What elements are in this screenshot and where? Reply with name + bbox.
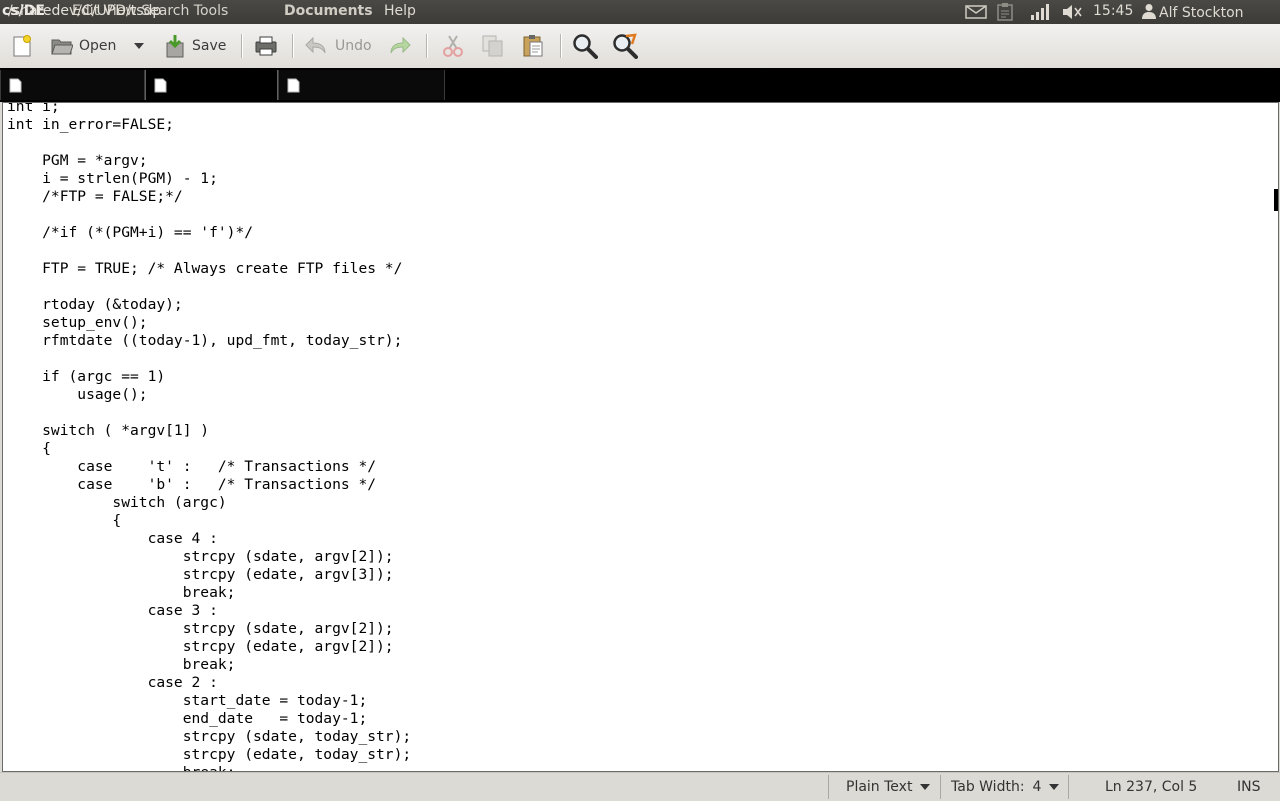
status-bar: Plain Text Tab Width: 4 Ln 237, Col 5 IN… — [0, 772, 1280, 801]
top-panel: cs/DE Edit View Search Tools /sharedev/C… — [0, 0, 1280, 24]
title-fragment-2: /sharedev/C/UPD/tsdp — [8, 3, 162, 19]
find-replace-icon — [612, 33, 638, 59]
find-button[interactable] — [572, 32, 598, 60]
open-icon — [51, 36, 73, 56]
save-label: Save — [192, 38, 227, 54]
open-recent-dropdown[interactable] — [133, 32, 145, 60]
document-icon — [9, 78, 22, 97]
document-icon — [287, 78, 300, 97]
redo-button[interactable] — [387, 32, 411, 60]
undo-icon — [305, 35, 329, 57]
volume-icon[interactable] — [1061, 3, 1085, 21]
clipboard-icon[interactable] — [995, 3, 1015, 21]
toolbar-separator — [292, 34, 293, 58]
title-fragment-3: Documents — [284, 3, 373, 19]
undo-label: Undo — [335, 38, 372, 54]
tab-width-label: Tab Width: — [951, 779, 1025, 795]
document-tab-1[interactable] — [0, 70, 145, 100]
document-icon — [154, 78, 167, 97]
clock[interactable]: 15:45 — [1093, 3, 1133, 19]
mail-icon[interactable] — [965, 3, 987, 21]
overview-ruler-mark — [1274, 189, 1278, 211]
open-label: Open — [79, 38, 117, 54]
menu-help[interactable]: Help — [384, 3, 416, 19]
copy-icon — [481, 34, 505, 58]
open-button[interactable]: Open — [51, 32, 116, 60]
status-separator — [940, 775, 941, 799]
tab-width-value: 4 — [1032, 779, 1042, 795]
toolbar-separator — [560, 34, 561, 58]
paste-button[interactable] — [521, 32, 545, 60]
tab-width-selector[interactable]: Tab Width: 4 — [951, 779, 1060, 795]
network-icon[interactable] — [1030, 3, 1050, 21]
cursor-position: Ln 237, Col 5 — [1105, 779, 1198, 795]
print-button[interactable] — [254, 32, 278, 60]
new-button[interactable] — [10, 32, 34, 60]
user-icon — [1142, 3, 1156, 23]
language-selector[interactable]: Plain Text — [846, 779, 931, 795]
toolbar-separator — [426, 34, 427, 58]
window-title-overlap: cs/DE Edit View Search Tools /sharedev/C… — [2, 3, 373, 21]
cut-icon — [441, 34, 465, 58]
insert-mode: INS — [1237, 779, 1261, 795]
find-icon — [572, 33, 598, 59]
status-separator — [1068, 775, 1069, 799]
undo-button[interactable]: Undo — [305, 32, 372, 60]
code-content[interactable]: int i; int in_error=FALSE; PGM = *argv; … — [7, 103, 411, 771]
document-tabs — [0, 68, 1280, 102]
dropdown-arrow-icon — [1049, 784, 1060, 790]
document-tab-2[interactable] — [145, 70, 278, 100]
language-label: Plain Text — [846, 779, 913, 795]
save-icon — [164, 34, 186, 58]
paste-icon — [521, 34, 545, 58]
user-menu[interactable]: Alf Stockton — [1142, 3, 1244, 23]
save-button[interactable]: Save — [164, 32, 226, 60]
dropdown-arrow-icon — [920, 784, 931, 790]
status-separator — [828, 775, 829, 799]
copy-button[interactable] — [481, 32, 505, 60]
new-document-icon — [10, 34, 34, 58]
print-icon — [254, 35, 278, 57]
text-editor[interactable]: int i; int in_error=FALSE; PGM = *argv; … — [2, 102, 1279, 772]
toolbar: Open Save Undo — [0, 24, 1280, 69]
cut-button[interactable] — [441, 32, 465, 60]
user-name: Alf Stockton — [1159, 5, 1244, 21]
dropdown-arrow-icon — [133, 42, 145, 50]
find-replace-button[interactable] — [612, 32, 638, 60]
toolbar-separator — [241, 34, 242, 58]
document-tab-3[interactable] — [278, 70, 445, 100]
redo-icon — [387, 35, 411, 57]
